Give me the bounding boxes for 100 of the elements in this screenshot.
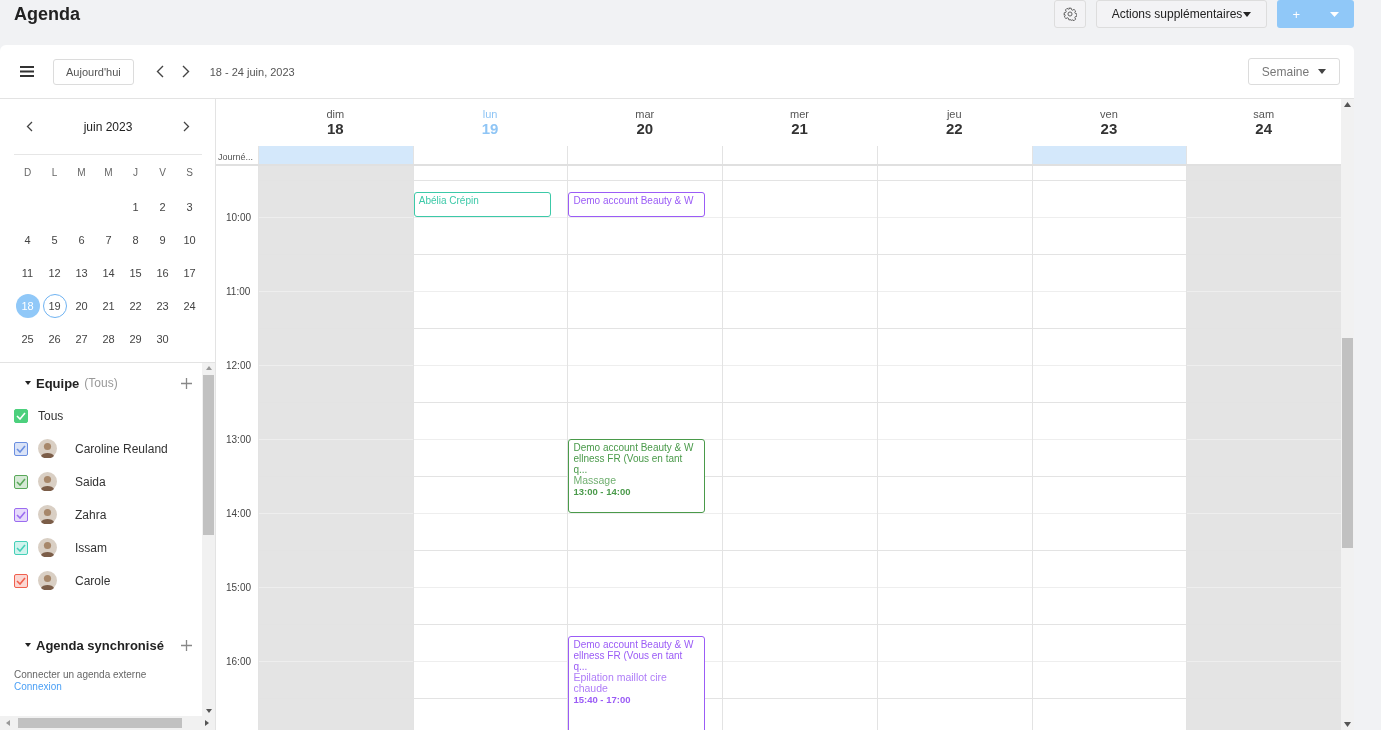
menu-icon[interactable] bbox=[20, 66, 34, 77]
avatar-icon bbox=[38, 538, 57, 557]
scroll-up-icon[interactable] bbox=[1344, 102, 1351, 107]
weekday-label: D bbox=[22, 165, 33, 180]
calendar-day[interactable]: 8 bbox=[123, 227, 148, 252]
calendar-day[interactable]: 23 bbox=[150, 293, 175, 318]
checkbox[interactable] bbox=[14, 408, 28, 423]
caret-icon bbox=[1330, 11, 1340, 17]
weekday-label: mar bbox=[635, 108, 655, 120]
avatar-icon bbox=[38, 505, 57, 524]
scrollbar[interactable] bbox=[1341, 99, 1354, 730]
hour-label: 11:00 bbox=[226, 285, 251, 297]
weekday-label: S bbox=[185, 165, 194, 180]
hour-label: 14:00 bbox=[226, 507, 252, 519]
filter-label: (Tous) bbox=[84, 376, 118, 390]
day-column[interactable]: Demo account Beauty & W Demo account Beauty & Wellness FR (Vous en tant q... Massage 13:00 - 14:00 Demo account Beauty & Wellness FR (Vous en tant q... Epilation maillot cire chaude 15:40 - 17:00 bbox=[567, 166, 723, 730]
weekday-label: J bbox=[132, 165, 139, 180]
calendar-day[interactable]: 14 bbox=[96, 260, 121, 285]
date-number: 22 bbox=[945, 120, 963, 137]
calendar-day[interactable]: 22 bbox=[123, 293, 148, 318]
all-day-cell[interactable] bbox=[1031, 146, 1187, 164]
weekday-label: L bbox=[50, 165, 59, 180]
calendar-day[interactable]: 27 bbox=[69, 326, 94, 351]
next-month-icon[interactable] bbox=[183, 121, 190, 132]
section-title: Agenda synchronisé bbox=[36, 637, 164, 653]
scroll-right-icon[interactable] bbox=[205, 720, 209, 726]
member-name: Zahra bbox=[75, 507, 107, 522]
member-name: Carole bbox=[75, 573, 111, 588]
weekday-label: ven bbox=[1100, 108, 1118, 120]
calendar-day[interactable]: 15 bbox=[123, 260, 148, 285]
calendar-day[interactable]: 28 bbox=[96, 326, 121, 351]
weekday-label: M bbox=[76, 165, 87, 180]
more-actions-button[interactable]: Actions supplémentaires bbox=[1096, 0, 1267, 28]
caret-icon bbox=[1318, 69, 1327, 74]
collapse-icon[interactable] bbox=[25, 643, 31, 647]
previous-icon[interactable] bbox=[155, 65, 164, 78]
checkbox[interactable] bbox=[14, 540, 28, 555]
avatar-icon bbox=[38, 439, 57, 458]
hour-label: 15:00 bbox=[226, 581, 252, 593]
calendar-day[interactable]: 25 bbox=[15, 326, 40, 351]
all-day-label: Journé... bbox=[217, 152, 254, 162]
appointment[interactable]: Demo account Beauty & Wellness FR (Vous en tant q... Epilation maillot cire chaude 15:40 - 17:00 bbox=[568, 636, 706, 730]
settings-icon bbox=[1063, 7, 1077, 21]
calendar-day[interactable]: 4 bbox=[15, 227, 40, 252]
calendar-day[interactable]: 11 bbox=[15, 260, 40, 285]
checkbox[interactable] bbox=[14, 441, 28, 456]
scrollbar[interactable] bbox=[202, 363, 215, 716]
scroll-left-icon[interactable] bbox=[6, 720, 10, 726]
calendar-day[interactable]: 3 bbox=[177, 194, 202, 219]
next-icon[interactable] bbox=[181, 65, 190, 78]
checkbox[interactable] bbox=[14, 573, 28, 588]
calendar-day[interactable]: 10 bbox=[177, 227, 202, 252]
weekday-label: mer bbox=[790, 108, 809, 120]
calendar-day[interactable]: 6 bbox=[69, 227, 94, 252]
calendar-day[interactable]: 30 bbox=[150, 326, 175, 351]
day-column[interactable] bbox=[722, 166, 877, 730]
caret-icon bbox=[1243, 11, 1252, 17]
checkbox[interactable] bbox=[14, 507, 28, 522]
scroll-down-icon[interactable] bbox=[1344, 722, 1351, 727]
calendar-day[interactable]: 17 bbox=[177, 260, 202, 285]
add-icon[interactable] bbox=[181, 377, 192, 389]
collapse-icon[interactable] bbox=[25, 381, 31, 385]
add-icon[interactable] bbox=[181, 639, 192, 651]
calendar-day[interactable]: 12 bbox=[42, 260, 67, 285]
calendar-day[interactable]: 29 bbox=[123, 326, 148, 351]
all-day-cell[interactable] bbox=[258, 146, 413, 164]
weekday-label: jeu bbox=[946, 108, 962, 120]
today-button[interactable]: Aujourd'hui bbox=[53, 58, 134, 85]
member-name: Tous bbox=[38, 408, 64, 423]
weekday-label: lun bbox=[482, 108, 498, 120]
calendar-day[interactable]: 16 bbox=[150, 260, 175, 285]
hint-text: Connecter un agenda externe bbox=[14, 669, 148, 680]
checkbox[interactable] bbox=[14, 474, 28, 489]
hour-label: 12:00 bbox=[226, 359, 252, 371]
date-number: 23 bbox=[1100, 120, 1118, 137]
calendar-day[interactable]: 9 bbox=[150, 227, 175, 252]
calendar-day[interactable]: 1 bbox=[123, 194, 148, 219]
day-column[interactable] bbox=[1031, 166, 1187, 730]
weekday-label: V bbox=[158, 165, 167, 180]
appointment[interactable]: Demo account Beauty & Wellness FR (Vous en tant q... Massage 13:00 - 14:00 bbox=[568, 439, 706, 513]
calendar-day[interactable]: 2 bbox=[150, 194, 175, 219]
calendar-day[interactable]: 5 bbox=[42, 227, 67, 252]
view-dropdown[interactable]: Semaine bbox=[1248, 58, 1340, 85]
hour-label: 13:00 bbox=[226, 433, 252, 445]
hour-label: 10:00 bbox=[226, 211, 252, 223]
calendar-day[interactable]: 20 bbox=[69, 293, 94, 318]
calendar-day[interactable]: 21 bbox=[96, 293, 121, 318]
scrollbar[interactable] bbox=[0, 716, 215, 730]
scroll-down-icon[interactable] bbox=[205, 709, 212, 713]
month-label: juin 2023 bbox=[83, 119, 133, 134]
appointment[interactable]: Demo account Beauty & W bbox=[568, 192, 706, 217]
settings-button[interactable] bbox=[1054, 0, 1086, 28]
previous-month-icon[interactable] bbox=[26, 121, 33, 132]
calendar-day[interactable]: 26 bbox=[42, 326, 67, 351]
day-column[interactable] bbox=[876, 166, 1032, 730]
date-number: 18 bbox=[327, 120, 344, 137]
weekday-label: sam bbox=[1253, 108, 1275, 120]
calendar-day[interactable]: 13 bbox=[69, 260, 94, 285]
calendar-day[interactable]: 24 bbox=[177, 293, 202, 318]
calendar-day[interactable]: 7 bbox=[96, 227, 121, 252]
